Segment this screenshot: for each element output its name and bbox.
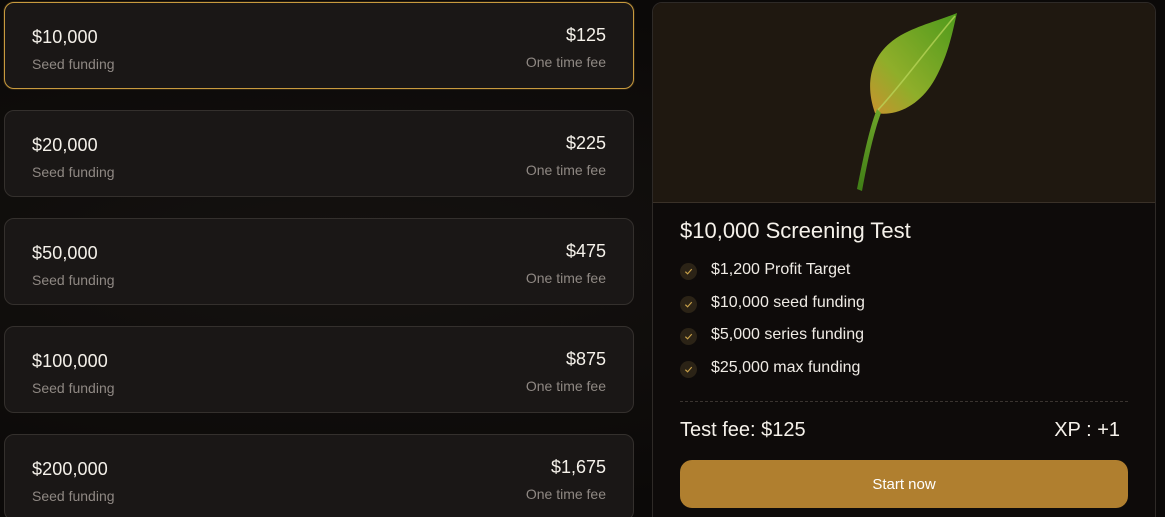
plan-price: $125: [565, 25, 606, 45]
plan-price: $1,675: [550, 457, 606, 477]
feature-text: $5,000 series funding: [711, 326, 864, 343]
feature-text: $25,000 max funding: [711, 358, 861, 376]
plan-card-10000[interactable]: $10,000 Seed funding $125 One time fee: [4, 2, 634, 89]
plan-fee-label: One time fee: [525, 486, 606, 502]
check-icon: [680, 328, 697, 345]
plan-subtitle: Seed funding: [32, 164, 115, 180]
plan-subtitle: Seed funding: [32, 56, 115, 72]
plan-amount: $10,000: [32, 27, 98, 47]
plan-fee-label: One time fee: [525, 270, 606, 286]
plan-subtitle: Seed funding: [32, 380, 115, 396]
feature-text: $1,200 Profit Target: [711, 261, 851, 278]
leaf-icon: [857, 13, 957, 191]
plan-price: $875: [565, 349, 606, 369]
plan-detail-card: $10,000 Screening Test $1,200 Profit Tar…: [652, 2, 1156, 517]
hero-banner: [653, 3, 1155, 203]
feature-item: $5,000 series funding: [680, 326, 865, 359]
start-now-button[interactable]: Start now: [680, 460, 1128, 508]
plan-amount: $50,000: [32, 243, 98, 263]
test-fee: Test fee: $125: [680, 419, 806, 441]
feature-text: $10,000 seed funding: [711, 293, 865, 311]
plan-card-100000[interactable]: $100,000 Seed funding $875 One time fee: [4, 326, 634, 413]
check-icon: [680, 295, 697, 313]
feature-item: $10,000 seed funding: [680, 294, 865, 327]
plan-card-200000[interactable]: $200,000 Seed funding $1,675 One time fe…: [4, 434, 634, 517]
plan-amount: $20,000: [32, 135, 98, 155]
funding-page: $10,000 Seed funding $125 One time fee $…: [0, 0, 1165, 517]
feature-item: $1,200 Profit Target: [680, 261, 865, 294]
plan-card-20000[interactable]: $20,000 Seed funding $225 One time fee: [4, 110, 634, 197]
feature-list: $1,200 Profit Target $10,000 seed fundin…: [680, 261, 865, 391]
plan-amount: $200,000: [32, 459, 108, 479]
detail-title: $10,000 Screening Test: [680, 218, 911, 243]
check-icon: [680, 360, 697, 378]
plan-subtitle: Seed funding: [32, 272, 115, 288]
plan-subtitle: Seed funding: [32, 488, 115, 504]
plan-fee-label: One time fee: [525, 54, 606, 70]
feature-item: $25,000 max funding: [680, 359, 865, 392]
divider: [680, 401, 1128, 402]
plan-price: $225: [565, 133, 606, 153]
plan-list: $10,000 Seed funding $125 One time fee $…: [4, 2, 634, 517]
xp-reward: XP : +1: [1054, 419, 1120, 441]
plan-fee-label: One time fee: [525, 378, 606, 394]
plan-price: $475: [565, 241, 606, 261]
plan-card-50000[interactable]: $50,000 Seed funding $475 One time fee: [4, 218, 634, 305]
plan-amount: $100,000: [32, 351, 108, 371]
plan-fee-label: One time fee: [525, 162, 606, 178]
check-icon: [680, 263, 697, 280]
